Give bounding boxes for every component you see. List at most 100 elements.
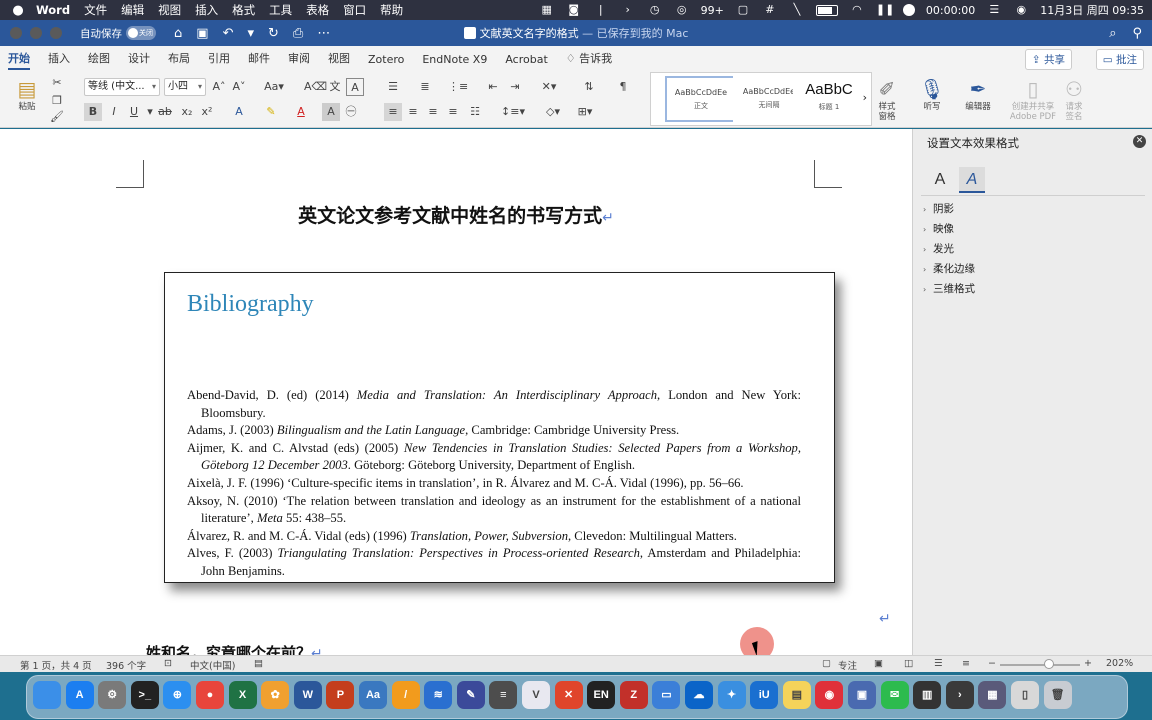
share-button[interactable]: ⇪ 共享 bbox=[1024, 49, 1072, 70]
dictionary-icon[interactable]: Aa bbox=[359, 681, 387, 709]
styles-pane-button[interactable]: ✐ 样式 窗格 bbox=[874, 76, 900, 122]
menu-tools[interactable]: 工具 bbox=[269, 2, 292, 18]
scrivener-icon[interactable]: ≋ bbox=[424, 681, 453, 709]
pages-icon[interactable]: / bbox=[391, 681, 420, 709]
page-count[interactable]: 第 1 页，共 4 页 bbox=[20, 658, 92, 672]
tab-tell-me[interactable]: ♢ 告诉我 bbox=[566, 50, 612, 70]
tab-design[interactable]: 设计 bbox=[128, 50, 150, 70]
increase-indent-icon[interactable]: ⇥ bbox=[506, 78, 524, 96]
zoom-level[interactable]: 202% bbox=[1106, 658, 1133, 669]
grow-font-icon[interactable]: A˄ bbox=[210, 78, 228, 96]
menu-edit[interactable]: 编辑 bbox=[121, 2, 144, 18]
clock-status-icon[interactable]: ◷ bbox=[647, 4, 663, 16]
wechat-icon[interactable]: ✉ bbox=[880, 681, 909, 709]
numbering-icon[interactable]: ≣ bbox=[416, 78, 434, 96]
bullets-icon[interactable]: ☰ bbox=[384, 78, 402, 96]
character-shading-icon[interactable]: A bbox=[322, 103, 340, 121]
apple-menu-icon[interactable]: ● bbox=[0, 3, 36, 18]
tab-review[interactable]: 审阅 bbox=[288, 50, 310, 70]
italic-button[interactable]: I bbox=[105, 103, 123, 121]
line-spacing-icon[interactable]: ↕≡▾ bbox=[500, 103, 526, 121]
style-heading-1[interactable]: AaBbC 标题 1 bbox=[793, 76, 865, 122]
tab-zotero[interactable]: Zotero bbox=[368, 53, 404, 70]
wifi-icon[interactable]: ◠ bbox=[849, 4, 865, 16]
focus-mode-label[interactable]: 专注 bbox=[838, 658, 857, 672]
weibo-icon[interactable]: ◉ bbox=[815, 681, 844, 709]
decrease-indent-icon[interactable]: ⇤ bbox=[484, 78, 502, 96]
subscript-button[interactable]: x₂ bbox=[178, 103, 196, 121]
finder-icon[interactable] bbox=[33, 681, 61, 709]
finder-window-icon[interactable]: ▣ bbox=[848, 681, 876, 709]
dictate-button[interactable]: 🎙 听写 bbox=[918, 76, 946, 112]
menu-insert[interactable]: 插入 bbox=[195, 2, 218, 18]
zoom-window-button[interactable] bbox=[50, 27, 62, 39]
tab-references[interactable]: 引用 bbox=[208, 50, 230, 70]
minimize-window-button[interactable] bbox=[30, 27, 42, 39]
undo-dropdown-icon[interactable]: ▾ bbox=[247, 26, 254, 41]
tray-app-icon[interactable]: ▭ bbox=[652, 681, 681, 709]
calendar-status-icon[interactable]: ▦ bbox=[539, 4, 555, 16]
terminal-icon[interactable]: >_ bbox=[130, 681, 159, 709]
create-share-pdf-button[interactable]: ▯ 创建并共享 Adobe PDF bbox=[1008, 76, 1058, 122]
chevron-right-icon[interactable]: › bbox=[863, 91, 867, 104]
onedrive-icon[interactable]: ☁ bbox=[685, 681, 713, 709]
tab-endnote[interactable]: EndNote X9 bbox=[422, 53, 487, 70]
text-effects-tab[interactable]: A bbox=[959, 167, 985, 193]
control-center-icon[interactable]: ☰ bbox=[986, 4, 1002, 16]
bibliography-image[interactable]: Bibliography Abend-David, D. (ed) (2014)… bbox=[164, 272, 835, 583]
excel-icon[interactable]: X bbox=[228, 681, 257, 709]
menubar-datetime[interactable]: 11月3日 周四 09:35 bbox=[1040, 2, 1144, 18]
show-marks-icon[interactable]: ¶ bbox=[614, 78, 632, 96]
cursor-status-icon[interactable]: | bbox=[593, 4, 609, 16]
macro-record-icon[interactable]: ▤ bbox=[254, 658, 263, 669]
section-heading[interactable]: 姓和名，究竟哪个在前？↵ bbox=[146, 642, 323, 655]
more-commands-icon[interactable]: ⋯ bbox=[317, 26, 330, 41]
infuse-icon[interactable]: › bbox=[945, 681, 974, 709]
section-soft-edges[interactable]: › 柔化边缘 bbox=[923, 261, 975, 276]
grid-status-icon[interactable]: # bbox=[762, 4, 778, 16]
menu-table[interactable]: 表格 bbox=[306, 2, 329, 18]
pencil-app-icon[interactable]: ✎ bbox=[456, 681, 485, 709]
change-case-icon[interactable]: Aa▾ bbox=[262, 78, 286, 96]
iu-app-icon[interactable]: iU bbox=[750, 681, 779, 709]
undo-icon[interactable]: ↶ bbox=[223, 26, 234, 41]
section-glow[interactable]: › 发光 bbox=[923, 241, 954, 256]
zoom-out-icon[interactable]: − bbox=[988, 658, 996, 669]
tab-view[interactable]: 视图 bbox=[328, 50, 350, 70]
tab-mailings[interactable]: 邮件 bbox=[248, 50, 270, 70]
close-window-button[interactable] bbox=[10, 27, 22, 39]
safari-icon[interactable]: ⊕ bbox=[163, 681, 192, 709]
word-icon[interactable]: W bbox=[293, 681, 322, 709]
screenshot-icon[interactable]: ▦ bbox=[978, 681, 1007, 709]
redo-icon[interactable]: ↻ bbox=[268, 26, 279, 41]
font-name-dropdown[interactable]: 等线 (中文... ▾ bbox=[84, 78, 160, 96]
tab-home[interactable]: 开始 bbox=[8, 50, 30, 70]
print-icon[interactable]: ⎙ bbox=[293, 26, 303, 41]
forward-status-icon[interactable]: › bbox=[620, 4, 636, 16]
menu-help[interactable]: 帮助 bbox=[380, 2, 403, 18]
request-signature-button[interactable]: ⚇ 请求 签名 bbox=[1060, 76, 1088, 122]
user-status-icon[interactable]: ◙ bbox=[566, 4, 582, 16]
wechat-status-icon[interactable]: ◎ bbox=[674, 4, 690, 16]
photos-icon[interactable]: ✿ bbox=[261, 681, 290, 709]
text-effects-icon[interactable]: A bbox=[230, 103, 248, 121]
trash-icon[interactable]: 🗑 bbox=[1043, 681, 1072, 709]
close-pane-button[interactable]: ✕ bbox=[1133, 135, 1146, 148]
format-painter-icon[interactable]: 🖌 bbox=[48, 108, 66, 126]
align-left-button[interactable]: ≡ bbox=[384, 103, 402, 121]
draft-view-icon[interactable]: ≡ bbox=[962, 658, 970, 669]
sort-icon[interactable]: ⇅ bbox=[580, 78, 598, 96]
language-indicator[interactable]: 中文(中国) bbox=[190, 658, 235, 672]
home-icon[interactable]: ⌂ bbox=[174, 26, 182, 41]
asian-layout-icon[interactable]: ✕▾ bbox=[540, 78, 558, 96]
proofing-icon[interactable]: ⊡ bbox=[164, 658, 172, 669]
document-title[interactable]: 英文论文参考文献中姓名的书写方式↵ bbox=[0, 201, 912, 228]
menu-app-word[interactable]: Word bbox=[36, 3, 70, 17]
word-count[interactable]: 396 个字 bbox=[106, 658, 146, 672]
pause-icon[interactable]: ❚❚ bbox=[876, 4, 894, 16]
record-icon[interactable] bbox=[902, 4, 915, 16]
app-store-icon[interactable]: A bbox=[65, 681, 94, 709]
zoom-slider-thumb[interactable] bbox=[1044, 659, 1054, 669]
section-shadow[interactable]: › 阴影 bbox=[923, 201, 954, 216]
shrink-font-icon[interactable]: A˅ bbox=[230, 78, 248, 96]
